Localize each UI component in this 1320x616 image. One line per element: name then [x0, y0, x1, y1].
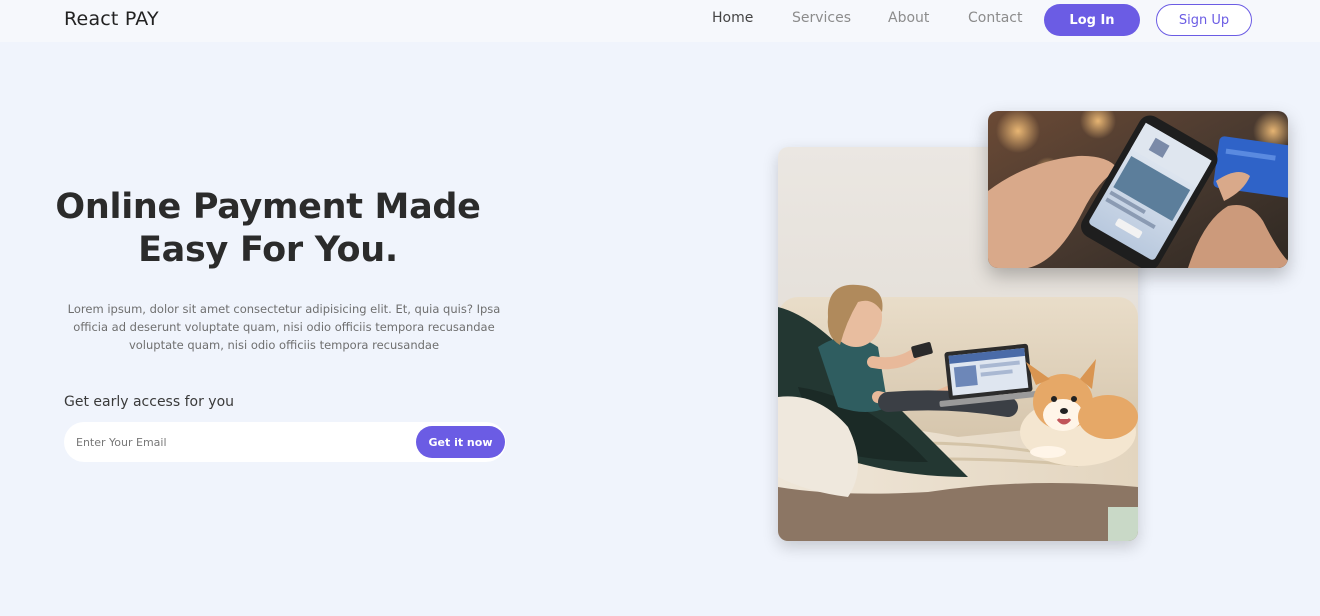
top-navbar: React PAY Home Services About Contact Lo… [0, 0, 1320, 42]
hero-description: Lorem ipsum, dolor sit amet consectetur … [60, 300, 508, 354]
hero-title-line-1: Online Payment Made [55, 187, 481, 227]
hero-title: Online Payment Made Easy For You. [44, 186, 492, 272]
login-button[interactable]: Log In [1044, 4, 1140, 36]
nav-link-contact[interactable]: Contact [968, 10, 1022, 26]
hero-description-line-1: Lorem ipsum, dolor sit amet consectetur … [67, 302, 501, 316]
brand-logo[interactable]: React PAY [64, 8, 159, 30]
nav-link-services[interactable]: Services [792, 10, 851, 26]
nav-link-about[interactable]: About [888, 10, 929, 26]
hero-description-line-2: officia ad deserunt voluptate quam, nisi… [73, 320, 495, 334]
hero-description-line-3: voluptate quam, nisi odio officiis tempo… [128, 338, 440, 352]
phone-payment-illustration [988, 111, 1288, 268]
email-input[interactable] [64, 422, 414, 462]
nav-link-home[interactable]: Home [712, 10, 753, 26]
get-it-now-button[interactable]: Get it now [416, 426, 505, 458]
hero-title-line-2: Easy For You. [138, 230, 398, 270]
early-access-label: Get early access for you [64, 394, 235, 410]
signup-button[interactable]: Sign Up [1156, 4, 1252, 36]
hero-photo-phone-payment [988, 111, 1288, 268]
email-signup-form: Get it now [64, 422, 506, 462]
